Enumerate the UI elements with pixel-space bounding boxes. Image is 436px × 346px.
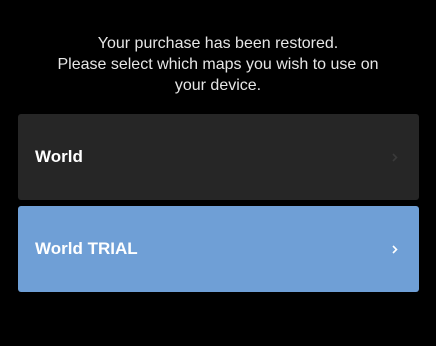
map-option-world-trial[interactable]: World TRIAL [18,206,419,292]
map-option-label: World [35,147,83,166]
chevron-right-icon [389,151,401,163]
message-line-2: Please select which maps you wish to use… [57,56,379,73]
restore-message: Your purchase has been restored. Please … [10,33,426,96]
message-line-1: Your purchase has been restored. [97,35,339,52]
message-line-3: your device. [174,77,262,94]
map-option-label: World TRIAL [35,239,138,258]
chevron-right-icon [389,243,401,255]
map-option-world[interactable]: World [18,114,419,200]
